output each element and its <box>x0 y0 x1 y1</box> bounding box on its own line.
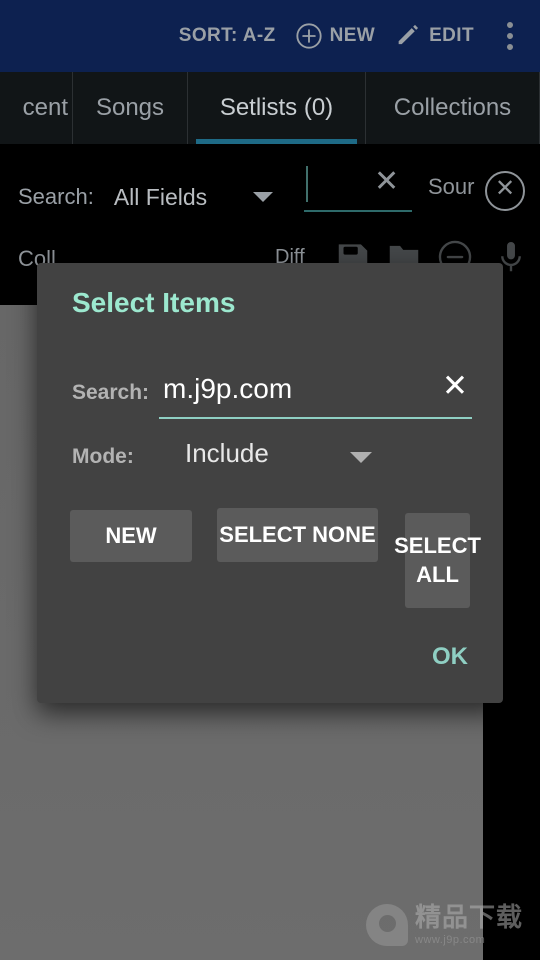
close-circle-icon[interactable]: ✕ <box>485 171 525 211</box>
edit-button-label: EDIT <box>429 25 474 46</box>
plus-circle-icon <box>294 21 324 51</box>
top-app-bar: SORT: A-Z NEW EDIT <box>0 0 540 72</box>
tab-label: Setlists (0) <box>219 94 334 121</box>
tab-recent[interactable]: cent <box>0 72 72 144</box>
dialog-search-value: m.j9p.com <box>163 373 293 404</box>
search-label: Search: <box>18 184 94 209</box>
tab-label: cent <box>22 94 68 121</box>
select-all-button[interactable]: SELECT ALL <box>394 513 481 608</box>
tab-collections[interactable]: Collections <box>365 72 539 144</box>
new-button[interactable]: NEW <box>288 0 388 72</box>
close-x-icon[interactable]: ✕ <box>374 167 399 197</box>
new-button-label: NEW <box>329 25 376 46</box>
dialog-search-input[interactable]: m.j9p.com ✕ <box>159 367 472 419</box>
text-cursor <box>306 166 308 202</box>
source-label[interactable]: Sour <box>428 174 474 200</box>
sort-button[interactable]: SORT: A-Z <box>167 0 288 72</box>
chevron-down-icon[interactable] <box>253 192 274 202</box>
dialog-mode-select[interactable]: Include <box>185 438 269 469</box>
select-none-button[interactable]: SELECT NONE <box>217 508 378 562</box>
search-field-select[interactable]: All Fields <box>114 184 207 211</box>
dialog-search-row: Search: m.j9p.com ✕ <box>72 367 472 423</box>
dialog-title: Select Items <box>72 287 236 318</box>
kebab-dot <box>507 33 513 39</box>
kebab-menu-icon[interactable] <box>486 0 534 72</box>
kebab-dot <box>507 44 513 50</box>
dialog-search-label: Search: <box>72 381 150 404</box>
tab-setlists[interactable]: Setlists (0) <box>187 72 365 144</box>
ok-button[interactable]: OK <box>432 643 468 671</box>
pencil-icon <box>393 21 423 51</box>
select-items-dialog: Select Items Search: m.j9p.com ✕ Mode: I… <box>37 263 503 703</box>
chevron-down-icon[interactable] <box>350 452 372 463</box>
kebab-dot <box>507 22 513 28</box>
edit-button[interactable]: EDIT <box>387 0 486 72</box>
close-x-icon[interactable]: ✕ <box>442 370 468 401</box>
tab-songs[interactable]: Songs <box>72 72 187 144</box>
dialog-mode-label: Mode: <box>72 445 134 468</box>
tab-bar: cent Songs Setlists (0) Collections <box>0 72 540 144</box>
sort-button-label: SORT: A-Z <box>178 25 276 46</box>
tab-label: Collections <box>393 94 512 121</box>
new-button[interactable]: NEW <box>70 510 192 562</box>
tab-label: Songs <box>95 94 165 121</box>
